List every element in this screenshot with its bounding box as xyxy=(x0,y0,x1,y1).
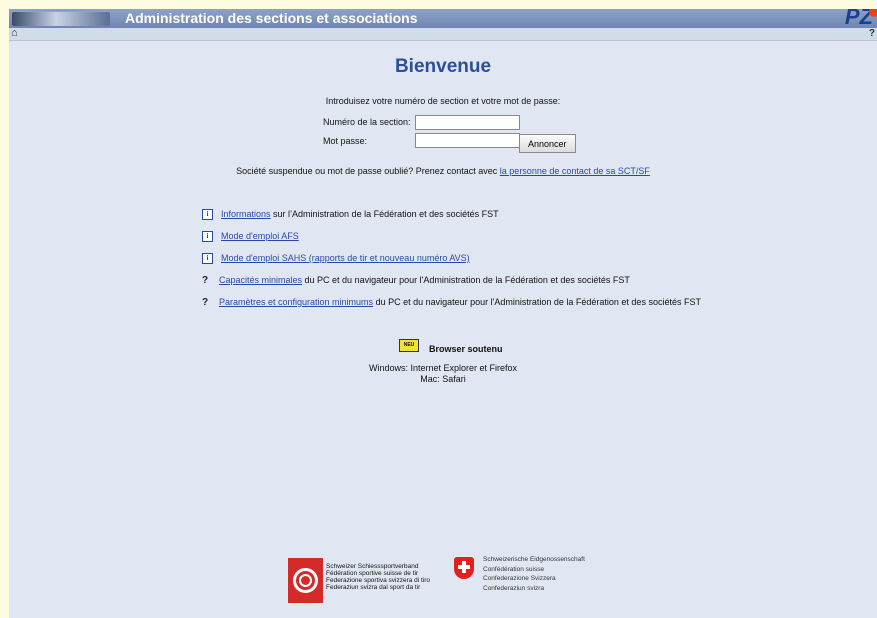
ssv-line-rm: Federaziun svizra dal sport da tir xyxy=(326,584,421,591)
home-icon[interactable]: ⌂ xyxy=(11,27,18,39)
list-item-text: du PC et du navigateur pour l'Administra… xyxy=(373,297,701,307)
swiss-cross-icon xyxy=(454,557,474,579)
section-number-label: Numéro de la section: xyxy=(323,117,411,127)
informations-link[interactable]: Informations xyxy=(221,209,271,219)
confed-line-it: Confederazione Svizzera xyxy=(483,575,556,582)
confed-line-rm: Confederaziun svizra xyxy=(483,584,545,592)
ssv-line-fr: Fédération sportive suisse de tir xyxy=(326,570,419,577)
list-item: ? Paramètres et configuration minimums du… xyxy=(202,297,701,319)
brand-dot-icon xyxy=(869,9,877,17)
brand-logo: PZ xyxy=(845,9,877,29)
browser-title: Browser soutenu xyxy=(429,344,503,354)
ssv-target-icon xyxy=(288,558,323,603)
info-icon: i xyxy=(202,209,213,221)
section-number-input[interactable] xyxy=(415,115,520,130)
manual-sahs-link[interactable]: Mode d'emploi SAHS (rapports de tir et n… xyxy=(221,253,470,263)
help-icon[interactable]: ? xyxy=(869,28,875,39)
help-icon: ? xyxy=(202,274,209,286)
new-badge-icon: NEU xyxy=(399,339,419,352)
forgot-password-text: Société suspendue ou mot de passe oublié… xyxy=(9,166,877,176)
page: Administration des sections et associati… xyxy=(9,9,877,618)
ssv-text: Schweizer Schiesssportverband Fédération… xyxy=(326,563,430,591)
nav-bar: ⌂ ? xyxy=(9,27,877,41)
header-bar: Administration des sections et associati… xyxy=(9,9,877,29)
ssv-line-it: Federazione sportiva svizzera di tiro xyxy=(326,577,431,584)
forgot-text: Société suspendue ou mot de passe oublié… xyxy=(236,166,498,176)
info-icon: i xyxy=(202,231,213,243)
help-icon: ? xyxy=(202,296,209,308)
list-item: i Mode d'emploi AFS xyxy=(202,231,701,253)
contact-link[interactable]: la personne de contact de sa SCT/SF xyxy=(500,166,650,176)
login-intro: Introduisez votre numéro de section et v… xyxy=(325,96,561,106)
info-icon: i xyxy=(202,253,213,265)
password-input[interactable] xyxy=(415,133,520,148)
confed-line-fr: Confédération suisse xyxy=(483,565,545,573)
list-item-text: du PC et du navigateur pour l'Administra… xyxy=(302,275,630,285)
app-title: Administration des sections et associati… xyxy=(125,10,418,26)
confederation-text: Schweizerische Eidgenossenschaft Confédé… xyxy=(483,555,585,593)
page-title: Bienvenue xyxy=(394,56,492,77)
list-item: ? Capacités minimales du PC et du navigat… xyxy=(202,275,701,297)
browser-windows: Windows: Internet Explorer et Firefox xyxy=(368,363,518,373)
password-label: Mot passe: xyxy=(323,136,368,146)
confed-line-de: Schweizerische Eidgenossenschaft xyxy=(483,556,585,563)
min-config-link[interactable]: Paramètres et configuration minimums xyxy=(219,297,373,307)
info-links-list: i Informations sur l’Administration de la… xyxy=(202,209,701,319)
list-item: i Informations sur l’Administration de la… xyxy=(202,209,701,231)
browser-mac: Mac: Safari xyxy=(420,374,466,384)
min-capacities-link[interactable]: Capacités minimales xyxy=(219,275,302,285)
ssv-ring-inner xyxy=(299,574,312,587)
header-logo xyxy=(12,12,110,26)
manual-afs-link[interactable]: Mode d'emploi AFS xyxy=(221,231,299,241)
list-item: i Mode d'emploi SAHS (rapports de tir et … xyxy=(202,253,701,275)
ssv-line-de: Schweizer Schiesssportverband xyxy=(326,563,419,570)
submit-button[interactable]: Annoncer xyxy=(519,134,576,153)
list-item-text: sur l’Administration de la Fédération et… xyxy=(270,209,499,219)
